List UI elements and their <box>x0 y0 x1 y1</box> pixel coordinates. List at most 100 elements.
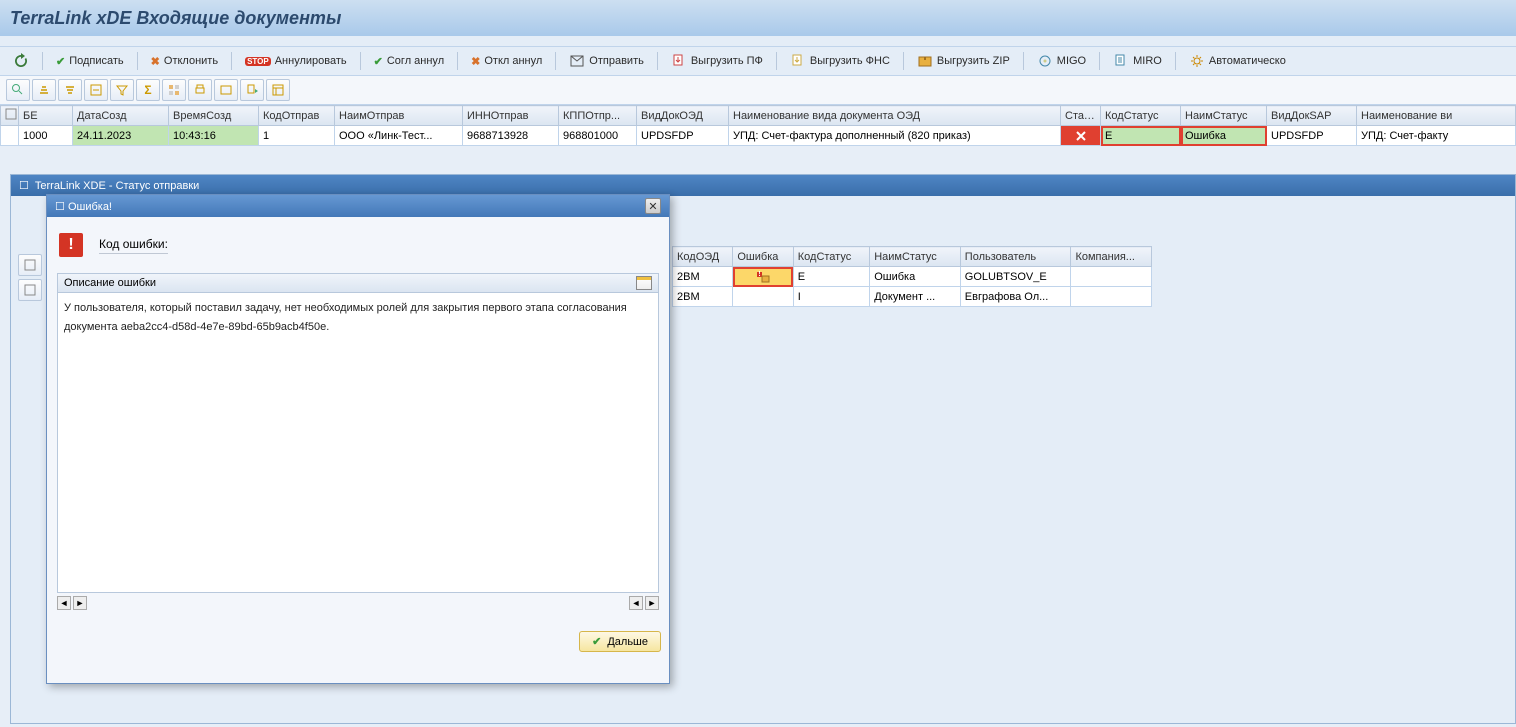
dialog-icon: ☐ <box>55 201 65 213</box>
sub-detail-button[interactable] <box>18 254 42 276</box>
desc-label: Описание ошибки <box>64 277 156 289</box>
col-oed[interactable]: КодОЭД <box>673 247 733 267</box>
scroll-left-button[interactable]: ◄ <box>57 596 71 610</box>
col-status-name[interactable]: НаимСтатус <box>870 247 961 267</box>
sum-button[interactable]: Σ <box>136 79 160 101</box>
print-button[interactable] <box>188 79 212 101</box>
cell-oed: 2BM <box>673 287 733 307</box>
scroll-right-end-button[interactable]: ► <box>645 596 659 610</box>
status-grid[interactable]: КодОЭД Ошибка КодСтатус НаимСтатус Польз… <box>672 246 1152 307</box>
col-inn[interactable]: ИННОтправ <box>463 106 559 126</box>
scroll-right-button[interactable]: ► <box>73 596 87 610</box>
col-status-code[interactable]: КодСтатус <box>793 247 869 267</box>
view-button[interactable] <box>214 79 238 101</box>
cell-status-icon <box>1061 126 1101 146</box>
export-pf-button[interactable]: Выгрузить ПФ <box>664 50 770 72</box>
col-sap-name[interactable]: Наименование ви <box>1357 106 1516 126</box>
col-company[interactable]: Компания... <box>1071 247 1152 267</box>
sign-button[interactable]: ✔Подписать <box>49 50 131 72</box>
find-button[interactable] <box>84 79 108 101</box>
status-row[interactable]: 2BM I Документ ... Евграфова Ол... <box>673 287 1152 307</box>
export-icon <box>671 53 687 69</box>
grid-row[interactable]: 1000 24.11.2023 10:43:16 1 ООО «Линк-Тес… <box>1 126 1516 146</box>
col-sender-code[interactable]: КодОтправ <box>259 106 335 126</box>
col-docname[interactable]: Наименование вида документа ОЭД <box>729 106 1061 126</box>
send-icon <box>569 53 585 69</box>
next-button[interactable]: ✔Дальше <box>579 631 661 652</box>
warning-icon: ! <box>733 267 792 286</box>
cell-error-icon <box>733 287 793 307</box>
error-code-label: Код ошибки: <box>99 237 168 254</box>
cell-status-code: E <box>1101 126 1181 146</box>
status-grid-wrap: КодОЭД Ошибка КодСтатус НаимСтатус Польз… <box>672 246 1152 307</box>
error-title-bar[interactable]: ☐ Ошибка! ✕ <box>47 195 669 217</box>
annul-button[interactable]: STOPАннулировать <box>238 50 354 72</box>
cell-sap-name: УПД: Счет-факту <box>1357 126 1516 146</box>
export-zip-button[interactable]: Выгрузить ZIP <box>910 50 1017 72</box>
auto-button[interactable]: Автоматическо <box>1182 50 1293 72</box>
desc-textarea[interactable]: У пользователя, который поставил задачу,… <box>57 293 659 593</box>
miro-icon <box>1113 53 1129 69</box>
agree-annul-button[interactable]: ✔Согл аннул <box>367 50 451 72</box>
details-button[interactable] <box>6 79 30 101</box>
error-title: Ошибка! <box>68 201 112 213</box>
cell-status-name: Документ ... <box>870 287 961 307</box>
export-icon <box>790 53 806 69</box>
reject-annul-button[interactable]: ✖Откл аннул <box>464 50 549 72</box>
col-date[interactable]: ДатаСозд <box>73 106 169 126</box>
cell-company <box>1071 267 1152 287</box>
main-grid[interactable]: БЕ ДатаСозд ВремяСозд КодОтправ НаимОтпр… <box>0 105 1516 146</box>
col-doctype[interactable]: ВидДокОЭД <box>637 106 729 126</box>
subtotal-button[interactable] <box>162 79 186 101</box>
filter-button[interactable] <box>110 79 134 101</box>
table-icon[interactable] <box>636 276 652 290</box>
stop-icon: STOP <box>245 57 271 66</box>
col-user[interactable]: Пользователь <box>960 247 1071 267</box>
cell-status-code: I <box>793 287 869 307</box>
col-sender-name[interactable]: НаимОтправ <box>335 106 463 126</box>
col-sap-type[interactable]: ВидДокSAP <box>1267 106 1357 126</box>
sub-select-button[interactable] <box>18 279 42 301</box>
cell-user: Евграфова Ол... <box>960 287 1071 307</box>
scroll-left-end-button[interactable]: ◄ <box>629 596 643 610</box>
migo-icon <box>1037 53 1053 69</box>
col-stat[interactable]: Стат... <box>1061 106 1101 126</box>
error-dialog: ☐ Ошибка! ✕ ! Код ошибки: Описание ошибк… <box>46 194 670 684</box>
cell-sender-name: ООО «Линк-Тест... <box>335 126 463 146</box>
cell-inn: 9688713928 <box>463 126 559 146</box>
send-button[interactable]: Отправить <box>562 50 651 72</box>
cell-status-name: Ошибка <box>1181 126 1267 146</box>
export-fns-button[interactable]: Выгрузить ФНС <box>783 50 897 72</box>
error-icon: ! <box>59 233 83 257</box>
export-button[interactable] <box>240 79 264 101</box>
sort-desc-button[interactable] <box>58 79 82 101</box>
status-row[interactable]: 2BM ! E Ошибка GOLUBTSOV_E <box>673 267 1152 287</box>
cell-doctype: UPDSFDP <box>637 126 729 146</box>
row-selector[interactable] <box>1 126 19 146</box>
select-all[interactable] <box>1 106 19 126</box>
cell-status-code: E <box>793 267 869 287</box>
layout-button[interactable] <box>266 79 290 101</box>
cell-error-icon[interactable]: ! <box>733 267 793 287</box>
migo-button[interactable]: MIGO <box>1030 50 1093 72</box>
col-kpp[interactable]: КППОтпр... <box>559 106 637 126</box>
refresh-button[interactable] <box>6 50 36 72</box>
col-status-name[interactable]: НаимСтатус <box>1181 106 1267 126</box>
miro-button[interactable]: MIRO <box>1106 50 1169 72</box>
x-icon: ✖ <box>471 55 480 68</box>
sort-asc-button[interactable] <box>32 79 56 101</box>
zip-icon <box>917 53 933 69</box>
cell-date: 24.11.2023 <box>73 126 169 146</box>
col-time[interactable]: ВремяСозд <box>169 106 259 126</box>
reject-button[interactable]: ✖Отклонить <box>144 50 225 72</box>
check-icon: ✔ <box>56 55 65 68</box>
grid-toolbar: Σ <box>0 76 1516 105</box>
cell-oed: 2BM <box>673 267 733 287</box>
col-error[interactable]: Ошибка <box>733 247 793 267</box>
col-be[interactable]: БЕ <box>19 106 73 126</box>
col-status-code[interactable]: КодСтатус <box>1101 106 1181 126</box>
grid-header-row: БЕ ДатаСозд ВремяСозд КодОтправ НаимОтпр… <box>1 106 1516 126</box>
title-bar: TerraLink xDE Входящие документы <box>0 0 1516 36</box>
status-grid-header: КодОЭД Ошибка КодСтатус НаимСтатус Польз… <box>673 247 1152 267</box>
close-button[interactable]: ✕ <box>645 198 661 214</box>
